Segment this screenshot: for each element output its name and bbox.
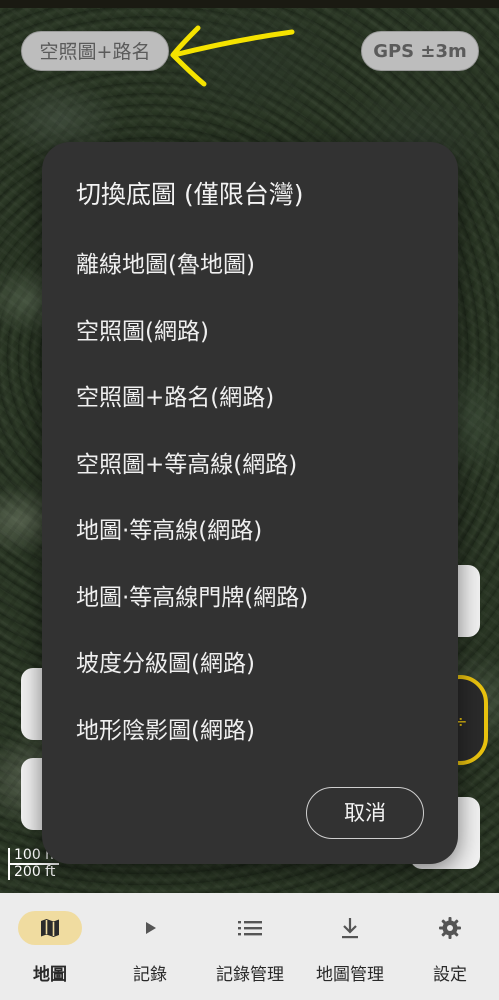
gear-icon (439, 917, 461, 939)
cancel-button[interactable]: 取消 (306, 787, 424, 839)
map-icon (41, 919, 59, 937)
nav-item-settings[interactable]: 設定 (400, 893, 499, 1000)
basemap-option[interactable]: 地圖·等高線門牌(網路) (42, 567, 458, 634)
download-icon (342, 918, 358, 939)
nav-label: 記錄 (133, 965, 167, 985)
nav-item-map-manager[interactable]: 地圖管理 (300, 893, 400, 1000)
nav-active-pill (18, 911, 82, 945)
basemap-option[interactable]: 離線地圖(魯地圖) (42, 234, 458, 301)
basemap-dialog: 切換底圖 (僅限台灣) 離線地圖(魯地圖) 空照圖(網路) 空照圖+路名(網路)… (42, 142, 458, 864)
dialog-title: 切換底圖 (僅限台灣) (76, 180, 304, 209)
nav-item-record-manager[interactable]: 記錄管理 (200, 893, 300, 1000)
basemap-layer-chip[interactable]: 空照圖+路名 (21, 31, 169, 71)
nav-label: 記錄管理 (216, 965, 284, 985)
annotation-arrow-icon (170, 25, 295, 87)
nav-item-map[interactable]: 地圖 (0, 893, 100, 1000)
gps-accuracy-chip[interactable]: GPS ±3m (361, 31, 479, 71)
nav-label: 地圖管理 (316, 965, 384, 985)
basemap-option[interactable]: 坡度分級圖(網路) (42, 633, 458, 700)
list-icon (238, 921, 262, 936)
nav-item-record[interactable]: 記錄 (100, 893, 200, 1000)
bottom-navigation: 地圖 記錄 記錄管理 地圖管理 設定 (0, 893, 499, 1000)
play-icon (146, 922, 156, 934)
basemap-option[interactable]: 地圖·等高線(網路) (42, 500, 458, 567)
nav-label: 設定 (433, 965, 467, 985)
basemap-options-list: 離線地圖(魯地圖) 空照圖(網路) 空照圖+路名(網路) 空照圖+等高線(網路)… (42, 234, 458, 766)
basemap-option[interactable]: 空照圖+等高線(網路) (42, 434, 458, 501)
nav-label: 地圖 (33, 965, 67, 985)
status-strip (0, 0, 499, 8)
basemap-option[interactable]: 空照圖+路名(網路) (42, 367, 458, 434)
basemap-option[interactable]: 空照圖(網路) (42, 301, 458, 368)
basemap-option[interactable]: 地形陰影圖(網路) (42, 700, 458, 767)
